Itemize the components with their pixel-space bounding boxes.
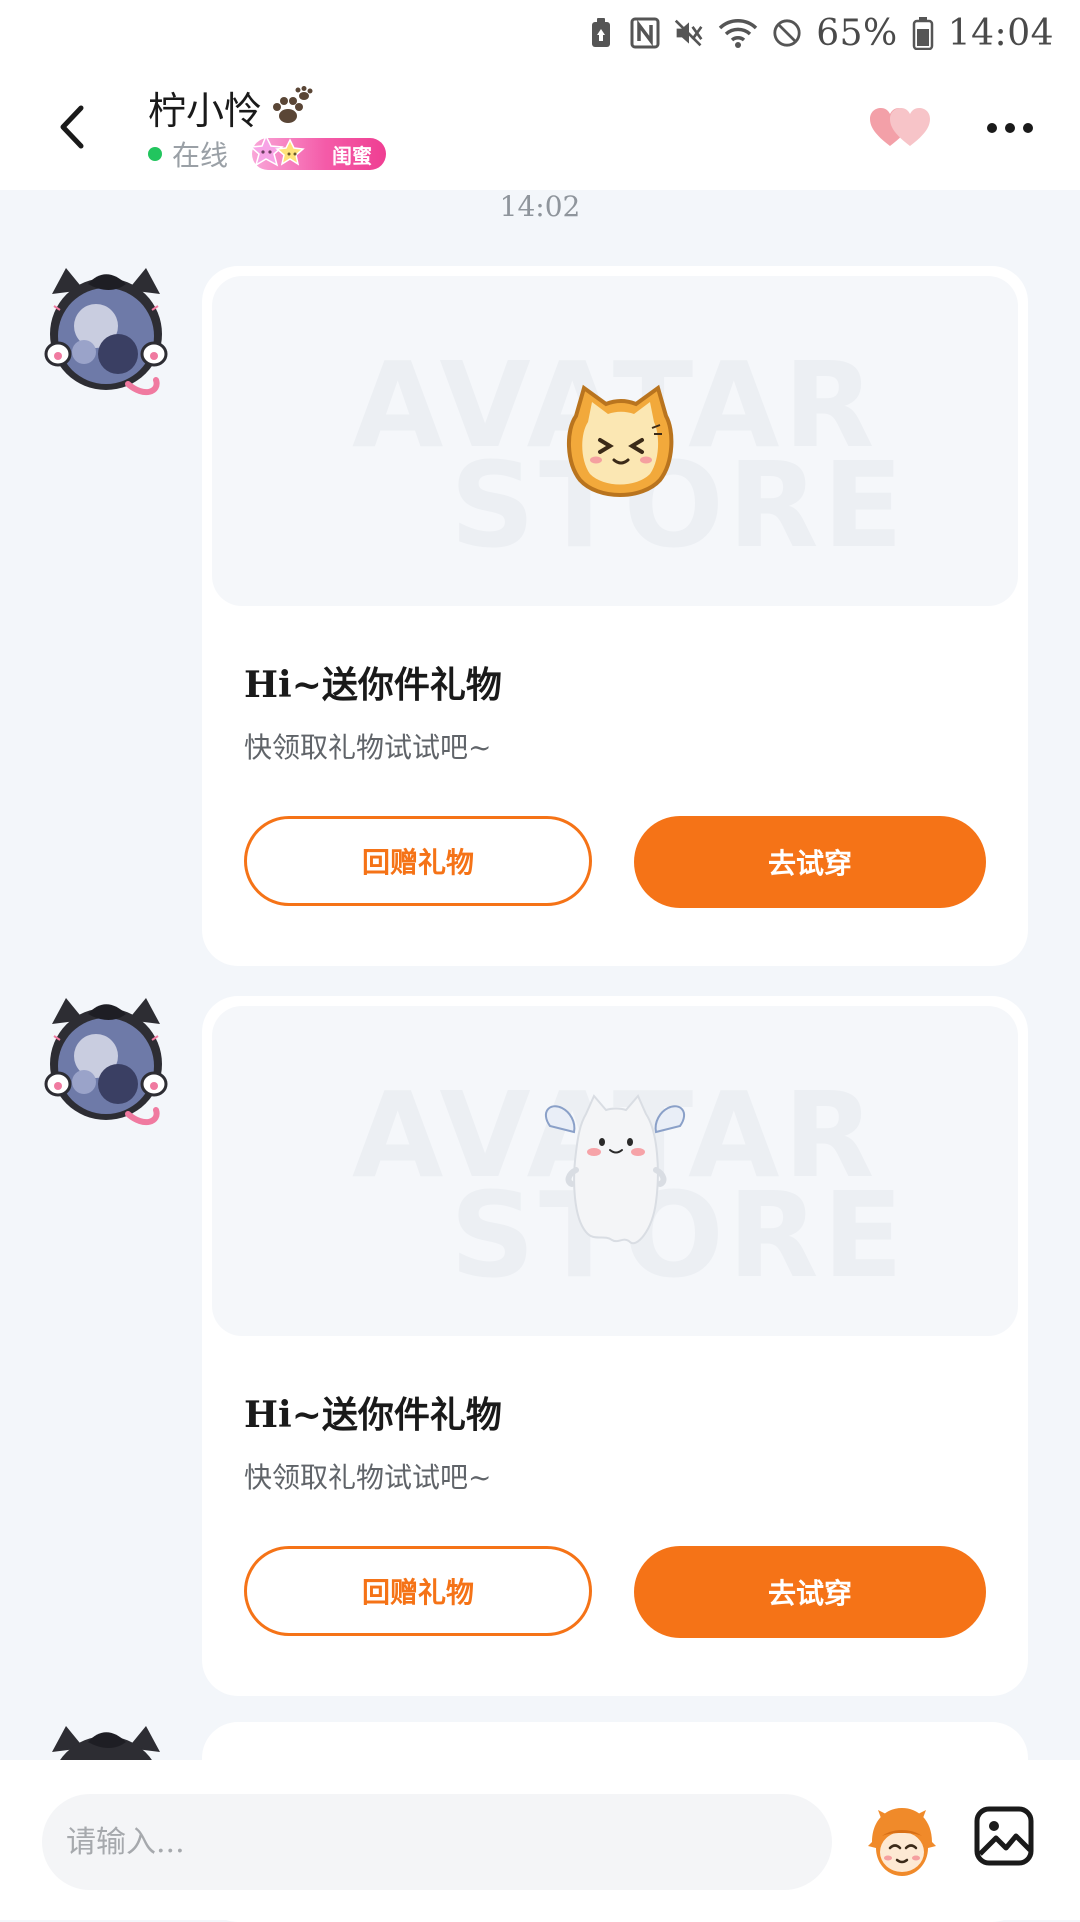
clock: 14:04: [947, 12, 1054, 54]
back-button[interactable]: [42, 96, 104, 158]
gift-title: Hi~送你件礼物: [244, 1394, 502, 1436]
message-timestamp: 14:02: [499, 190, 581, 223]
send-image-button[interactable]: [972, 1804, 1036, 1868]
sender-avatar[interactable]: [44, 996, 168, 1132]
nfc-icon: [630, 17, 660, 49]
presence-text: 在线: [172, 139, 229, 172]
online-dot: [148, 147, 162, 161]
avatar-image: [52, 1726, 160, 1764]
stars-icon: [249, 134, 305, 167]
do-not-disturb-icon: [772, 17, 802, 49]
status-bar: 65% 14:04: [0, 0, 1080, 66]
more-button[interactable]: [980, 102, 1040, 154]
gift-subtitle: 快领取礼物试试吧~: [244, 731, 492, 764]
try-on-button[interactable]: 去试穿: [634, 1546, 986, 1638]
back-icon: [60, 105, 84, 149]
status-icons: 65% 14:04: [586, 10, 1054, 56]
gift-title: Hi~送你件礼物: [244, 664, 502, 706]
presence-status: 在线 闺蜜: [148, 134, 387, 174]
more-icon-dot: [987, 123, 997, 133]
gift-preview: AVATAR STORE: [212, 276, 1018, 606]
sender-avatar[interactable]: [44, 266, 168, 402]
avatar-image: [44, 268, 168, 396]
battery-icon: [912, 17, 934, 50]
try-on-button[interactable]: 去试穿: [634, 816, 986, 908]
contact-name[interactable]: 柠小怜: [148, 80, 314, 135]
gift-subtitle: 快领取礼物试试吧~: [244, 1461, 492, 1494]
chat-header: 柠小怜 在线 闺蜜: [0, 66, 1080, 190]
message-input[interactable]: [42, 1794, 832, 1890]
mascot-icon: [868, 1808, 936, 1876]
more-icon-dot: [1005, 123, 1015, 133]
ghost-cat-icon: [544, 1094, 686, 1245]
toast-cat-icon: [566, 384, 674, 497]
contact-name-text: 柠小怜: [148, 89, 263, 133]
intimacy-button[interactable]: [868, 102, 934, 154]
input-bar: [0, 1760, 1080, 1920]
gift-preview: AVATAR STORE: [212, 1006, 1018, 1336]
sender-avatar[interactable]: [44, 1724, 168, 1764]
watermark-store: STORE: [450, 436, 908, 574]
return-gift-button[interactable]: 回赠礼物: [244, 816, 592, 906]
avatar-image: [44, 998, 168, 1126]
hearts-icon: [870, 108, 930, 146]
more-icon-dot: [1023, 123, 1033, 133]
battery-percent: 65%: [816, 12, 898, 54]
relation-badge[interactable]: 闺蜜: [249, 134, 387, 170]
battery-saver-icon: [586, 17, 616, 49]
mute-icon: [674, 17, 704, 49]
gift-message-card[interactable]: AVATAR STORE Hi~送你件礼物 快领取礼物试试吧~ 回赠礼物 去试穿: [202, 996, 1028, 1696]
mascot-button[interactable]: [862, 1802, 942, 1882]
wifi-icon: [718, 17, 758, 49]
image-icon: [974, 1806, 1034, 1866]
return-gift-button[interactable]: 回赠礼物: [244, 1546, 592, 1636]
paw-icon: [273, 85, 313, 123]
gift-message-card[interactable]: AVATAR STORE Hi~送你件礼物 快领取礼物试试吧~ 回赠礼物 去试穿: [202, 266, 1028, 966]
relation-label: 闺蜜: [332, 143, 373, 168]
